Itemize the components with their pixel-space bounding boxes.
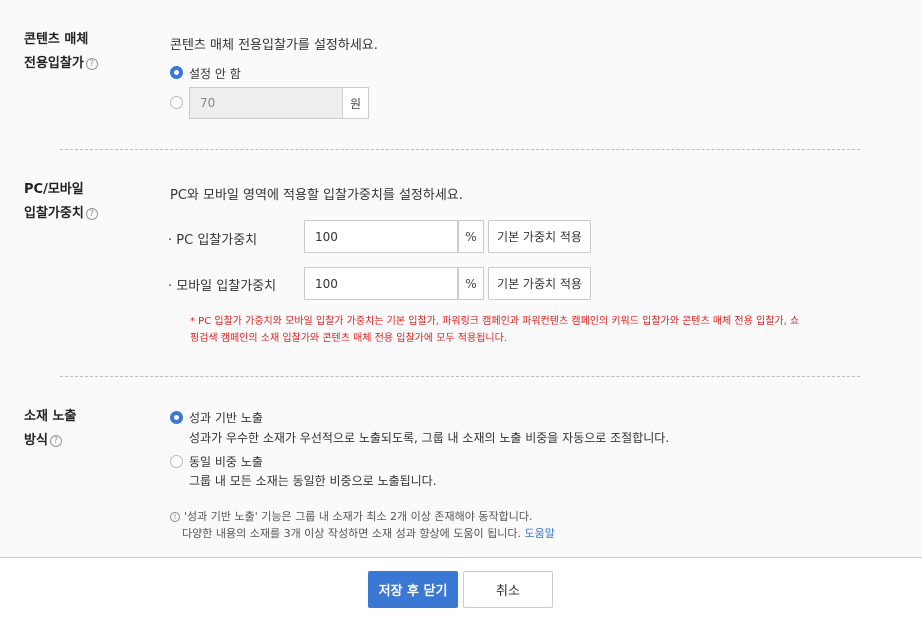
info-note-text1: '성과 기반 노출' 기능은 그룹 내 소재가 최소 2개 이상 존재해야 동작… [184, 510, 533, 523]
cancel-button[interactable]: 취소 [463, 571, 553, 608]
mobile-weight-input[interactable]: 100 [304, 267, 458, 300]
exposure-label-line2: 방식? [24, 429, 76, 453]
weight-description: PC와 모바일 영역에 적용할 입찰가중치를 설정하세요. [170, 188, 463, 203]
weight-label-text: 입찰가중치 [24, 206, 84, 221]
info-note-line2: 다양한 내용의 소재를 3개 이상 작성하면 소재 성과 향상에 도움이 됩니다… [170, 525, 555, 542]
help-icon[interactable]: ? [85, 208, 98, 220]
info-note-text2: 다양한 내용의 소재를 3개 이상 작성하면 소재 성과 향상에 도움이 됩니다… [182, 527, 521, 540]
divider [60, 149, 860, 150]
info-note-line1: ! '성과 기반 노출' 기능은 그룹 내 소재가 최소 2개 이상 존재해야 동… [170, 508, 555, 525]
media-bid-label-line2: 전용입찰가? [24, 52, 98, 76]
weight-notice: * PC 입찰가 가중치와 모바일 입찰가 가중치는 기본 입찰가, 파워링크 … [190, 313, 870, 347]
equal-exposure-desc: 그룹 내 모든 소재는 동일한 비중으로 노출됩니다. [189, 474, 437, 488]
pc-weight-label: · PC 입찰가중치 [168, 233, 258, 248]
pc-weight-unit: % [458, 220, 484, 253]
weight-notice-line1: * PC 입찰가 가중치와 모바일 입찰가 가중치는 기본 입찰가, 파워링크 … [190, 316, 800, 327]
exposure-label-text: 방식 [24, 433, 48, 448]
help-icon[interactable]: ? [85, 58, 98, 70]
mobile-weight-label: · 모바일 입찰가중치 [168, 279, 277, 294]
exposure-label-line1: 소재 노출 [24, 409, 77, 424]
performance-exposure-desc: 성과가 우수한 소재가 우선적으로 노출되도록, 그룹 내 소재의 노출 비중을… [189, 431, 670, 445]
mobile-weight-unit: % [458, 267, 484, 300]
media-bid-description: 콘텐츠 매체 전용입찰가를 설정하세요. [170, 38, 378, 53]
exposure-info-note: ! '성과 기반 노출' 기능은 그룹 내 소재가 최소 2개 이상 존재해야 동… [170, 508, 555, 542]
radio-media-custom[interactable] [170, 96, 183, 109]
weight-label-line2: 입찰가중치? [24, 202, 98, 226]
media-bid-label: 콘텐츠 매체 전용입찰가? [24, 28, 98, 76]
radio-media-none[interactable] [170, 66, 183, 79]
media-bid-label-text: 전용입찰가 [24, 56, 84, 71]
performance-exposure-label: 성과 기반 노출 [189, 411, 263, 425]
weight-notice-line2: 핑검색 캠페인의 소재 입찰가와 콘텐츠 매체 전용 입찰가에 모두 적용됩니다… [190, 333, 507, 344]
radio-performance-exposure[interactable] [170, 411, 183, 424]
media-bid-unit: 원 [343, 87, 369, 119]
weight-label-line1: PC/모바일 [24, 182, 84, 197]
media-none-label: 설정 안 함 [189, 67, 241, 81]
media-bid-input[interactable]: 70 [189, 87, 343, 119]
radio-equal-exposure[interactable] [170, 455, 183, 468]
help-icon[interactable]: ? [49, 435, 62, 447]
divider [60, 376, 860, 377]
save-close-button[interactable]: 저장 후 닫기 [368, 571, 458, 608]
weight-label: PC/모바일 입찰가중치? [24, 178, 98, 226]
settings-panel: 콘텐츠 매체 전용입찰가? 콘텐츠 매체 전용입찰가를 설정하세요. 설정 안 … [0, 0, 922, 557]
help-link[interactable]: 도움말 [524, 527, 554, 540]
info-icon: ! [170, 512, 180, 522]
mobile-default-weight-button[interactable]: 기본 가중치 적용 [488, 267, 591, 300]
pc-default-weight-button[interactable]: 기본 가중치 적용 [488, 220, 591, 253]
equal-exposure-label: 동일 비중 노출 [189, 455, 263, 469]
footer-divider [0, 557, 922, 558]
exposure-label: 소재 노출 방식? [24, 405, 76, 453]
pc-weight-input[interactable]: 100 [304, 220, 458, 253]
media-bid-label-line1: 콘텐츠 매체 [24, 32, 89, 47]
